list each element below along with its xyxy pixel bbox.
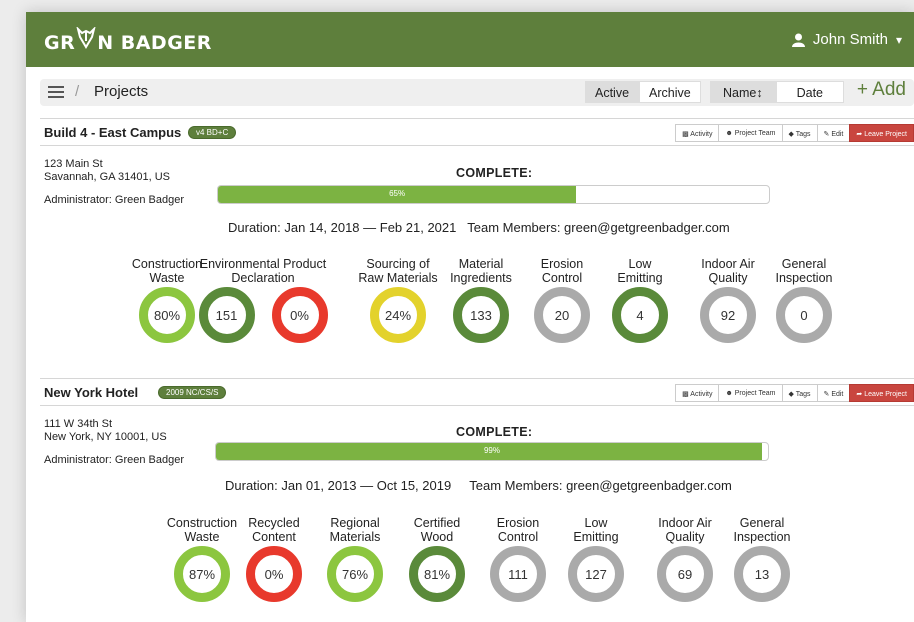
project-actions: ▩ Activity ☻ Project Team ◆ Tags ✎ Edit … <box>675 384 914 402</box>
project-address: 111 W 34th St New York, NY 10001, US <box>44 418 167 444</box>
user-name: John Smith <box>812 31 888 48</box>
metric-ring: 151 <box>198 287 255 343</box>
logo[interactable]: GR N BADGER <box>44 27 212 54</box>
project-team-button[interactable]: ☻ Project Team <box>718 124 783 142</box>
edit-button[interactable]: ✎ Edit <box>816 124 851 142</box>
metric-ring: 0% <box>246 546 302 602</box>
logo-text-right: N BADGER <box>97 32 212 54</box>
breadcrumb[interactable]: Projects <box>94 83 148 100</box>
status-filter: Active Archive <box>585 81 701 103</box>
breadcrumb-separator: / <box>75 83 80 100</box>
filter-active-button[interactable]: Active <box>585 81 640 103</box>
metric-ring: 0% <box>271 287 328 343</box>
sort-toggle: Name↕ Date <box>710 81 844 103</box>
tag-icon: ◆ <box>788 391 796 398</box>
metric-sourcing-raw-materials[interactable]: Sourcing of Raw Materials 24% <box>350 257 446 343</box>
sort-name-button[interactable]: Name↕ <box>710 81 776 103</box>
project-name[interactable]: Build 4 - East Campus <box>44 125 181 140</box>
badger-icon <box>76 27 96 49</box>
background: GR N BADGER John Smith ▾ / Projects Acti… <box>0 0 914 622</box>
complete-label: COMPLETE: <box>456 425 533 439</box>
project-card: Build 4 - East Campus v4 BD+C ▩ Activity… <box>40 118 914 378</box>
metric-ring: 87% <box>174 546 230 602</box>
metric-ring: 81% <box>409 546 465 602</box>
project-team-button[interactable]: ☻ Project Team <box>718 384 783 402</box>
metric-general-inspection[interactable]: General Inspection 0 <box>756 257 852 343</box>
leave-project-button[interactable]: ➦ Leave Project <box>849 124 914 142</box>
complete-label: COMPLETE: <box>456 166 533 180</box>
project-admin: Administrator: Green Badger <box>44 454 185 466</box>
metric-low-emitting[interactable]: Low Emitting 4 <box>592 257 688 343</box>
address-line-1: 123 Main St <box>44 158 103 170</box>
progress-text: 99% <box>483 446 500 455</box>
progress-bar: 99% <box>215 442 769 461</box>
tags-button[interactable]: ◆ Tags <box>781 124 818 142</box>
address-line-1: 111 W 34th St <box>44 418 113 430</box>
project-admin: Administrator: Green Badger <box>44 194 185 206</box>
team-members-text: Team Members: green@getgreenbadger.com <box>467 220 730 235</box>
toolbar: / Projects Active Archive Name↕ Date + A… <box>40 79 914 106</box>
app-window: GR N BADGER John Smith ▾ / Projects Acti… <box>26 12 914 622</box>
metric-ring: 127 <box>568 546 624 602</box>
project-actions: ▩ Activity ☻ Project Team ◆ Tags ✎ Edit … <box>675 124 914 142</box>
duration-text: Duration: Jan 14, 2018 — Feb 21, 2021 <box>228 220 457 235</box>
hamburger-menu-icon[interactable] <box>48 85 64 99</box>
tags-button[interactable]: ◆ Tags <box>781 384 818 402</box>
team-icon: ☻ <box>725 130 735 137</box>
metric-environmental-product-declaration[interactable]: Environmental Product Declaration 151 0% <box>196 257 330 343</box>
project-duration: Duration: Jan 14, 2018 — Feb 21, 2021 Te… <box>228 220 730 235</box>
team-icon: ☻ <box>725 390 735 397</box>
certification-badge: v4 BD+C <box>188 126 237 139</box>
metric-ring: 80% <box>139 287 195 343</box>
address-line-2: Savannah, GA 31401, US <box>44 171 170 183</box>
chevron-down-icon: ▾ <box>895 32 902 47</box>
edit-button[interactable]: ✎ Edit <box>816 384 851 402</box>
project-address: 123 Main St Savannah, GA 31401, US <box>44 158 170 184</box>
progress-bar: 65% <box>217 185 770 204</box>
metric-ring: 4 <box>612 287 668 343</box>
logo-text-left: GR <box>44 32 76 54</box>
activity-button[interactable]: ▩ Activity <box>675 124 720 142</box>
filter-archive-button[interactable]: Archive <box>639 81 701 103</box>
sort-date-button[interactable]: Date <box>775 81 844 103</box>
project-card: New York Hotel 2009 NC/CS/S ▩ Activity ☻… <box>40 378 914 622</box>
add-project-button[interactable]: + Add <box>857 79 906 101</box>
user-menu[interactable]: John Smith ▾ <box>791 31 902 48</box>
metric-ring: 133 <box>453 287 509 343</box>
address-line-2: New York, NY 10001, US <box>44 431 167 443</box>
metric-ring: 92 <box>700 287 756 343</box>
certification-badge: 2009 NC/CS/S <box>158 386 227 399</box>
project-header: Build 4 - East Campus v4 BD+C ▩ Activity… <box>40 118 914 146</box>
metric-ring: 20 <box>534 287 590 343</box>
metric-ring: 13 <box>734 546 790 602</box>
metric-ring: 69 <box>657 546 713 602</box>
metric-ring: 111 <box>490 546 546 602</box>
team-members-text: Team Members: green@getgreenbadger.com <box>469 478 732 493</box>
top-bar: GR N BADGER John Smith ▾ <box>26 12 914 67</box>
progress-text: 65% <box>389 189 406 198</box>
person-icon <box>791 33 805 47</box>
metric-ring: 24% <box>370 287 426 343</box>
metric-ring: 76% <box>327 546 383 602</box>
metric-general-inspection[interactable]: General Inspection 13 <box>714 516 810 602</box>
activity-button[interactable]: ▩ Activity <box>675 384 720 402</box>
project-header: New York Hotel 2009 NC/CS/S ▩ Activity ☻… <box>40 378 914 406</box>
project-duration: Duration: Jan 01, 2013 — Oct 15, 2019 Te… <box>225 478 732 493</box>
metric-ring: 0 <box>776 287 832 343</box>
metric-low-emitting[interactable]: Low Emitting 127 <box>548 516 644 602</box>
duration-text: Duration: Jan 01, 2013 — Oct 15, 2019 <box>225 478 452 493</box>
project-name[interactable]: New York Hotel <box>44 385 138 400</box>
leave-project-button[interactable]: ➦ Leave Project <box>849 384 914 402</box>
tag-icon: ◆ <box>788 131 796 138</box>
